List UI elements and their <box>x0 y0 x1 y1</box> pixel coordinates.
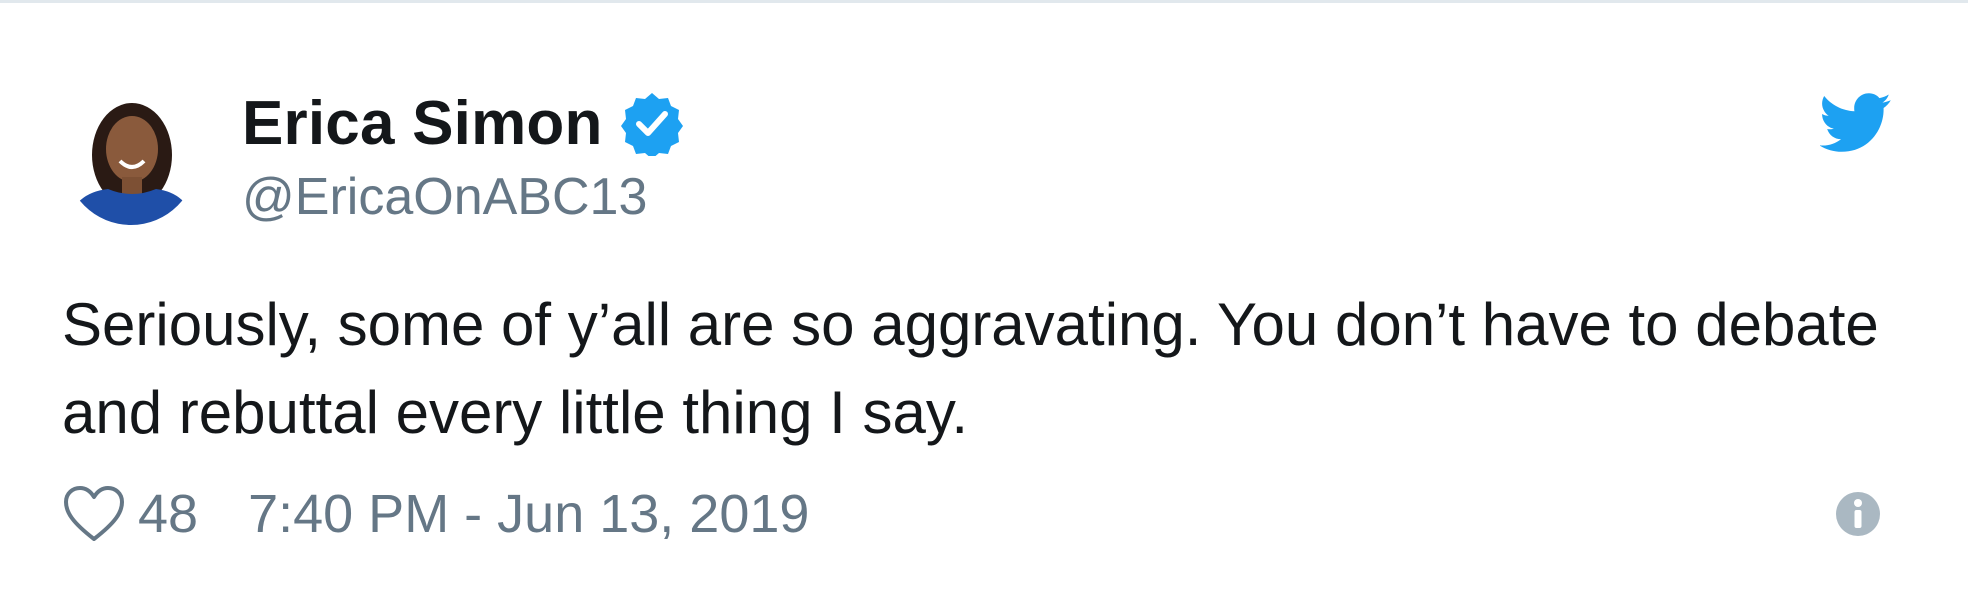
user-handle[interactable]: @EricaOnABC13 <box>242 167 685 227</box>
name-row: Erica Simon <box>242 87 685 159</box>
twitter-bird-icon[interactable] <box>1819 93 1892 153</box>
like-count[interactable]: 48 <box>138 483 198 545</box>
tweet-timestamp[interactable]: 7:40 PM - Jun 13, 2019 <box>248 483 809 545</box>
avatar[interactable] <box>64 89 198 229</box>
heart-icon[interactable] <box>62 484 126 544</box>
tweet-text: Seriously, some of y’all are so aggravat… <box>62 291 1879 446</box>
display-name[interactable]: Erica Simon <box>242 88 603 159</box>
verified-badge-icon <box>619 90 685 159</box>
tweet-footer: 48 7:40 PM - Jun 13, 2019 <box>62 479 809 549</box>
info-icon[interactable] <box>1834 490 1882 538</box>
tweet-embed-card[interactable]: Erica Simon @EricaOnABC13 Seriously, som… <box>0 0 1968 594</box>
author-block[interactable]: Erica Simon @EricaOnABC13 <box>242 87 685 227</box>
